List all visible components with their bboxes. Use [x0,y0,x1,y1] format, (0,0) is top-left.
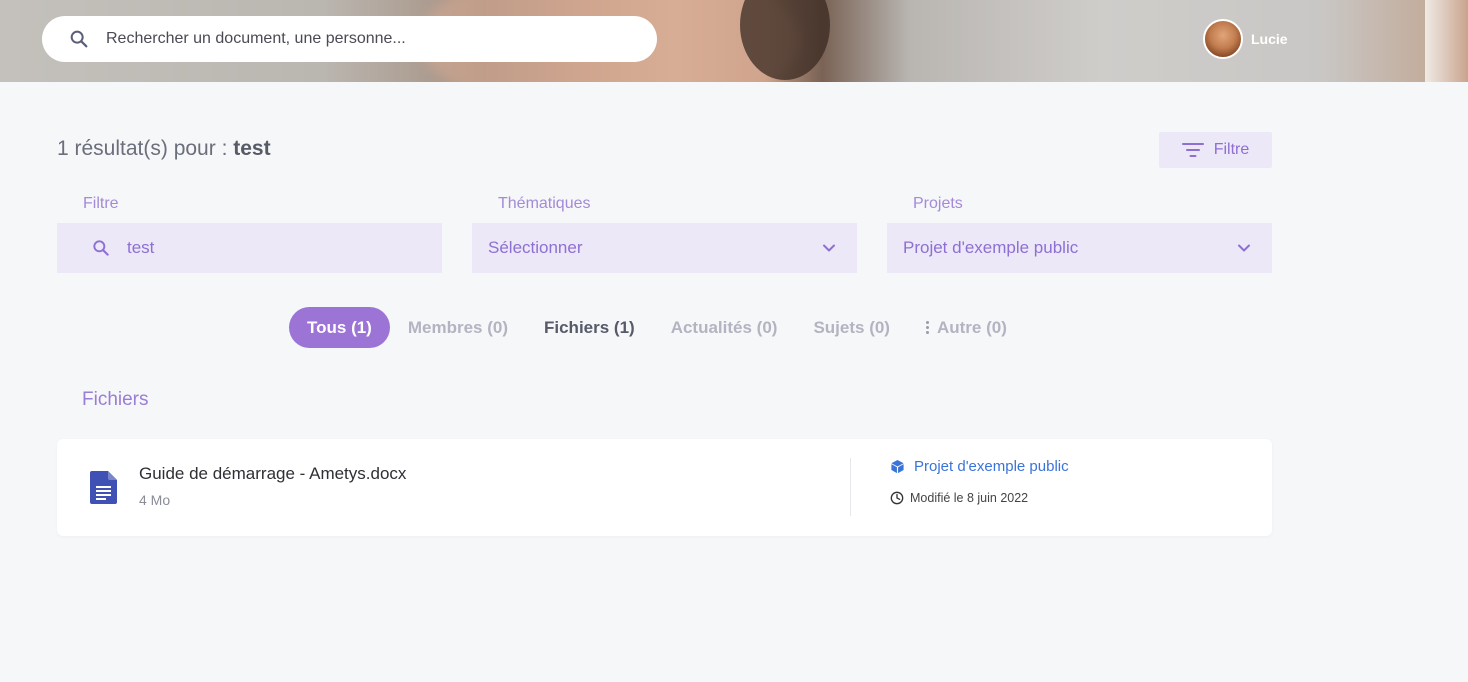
search-icon [68,28,90,50]
cube-icon [890,459,905,474]
document-icon [90,471,117,509]
tab-tous[interactable]: Tous (1) [289,307,390,348]
filter-icon [1181,141,1204,159]
banner-photo-edge [1425,0,1468,82]
thematiques-select[interactable]: Sélectionner [472,223,857,273]
global-search-bar[interactable] [42,16,657,62]
projets-label: Projets [913,195,963,212]
file-project-link[interactable]: Projet d'exemple public [890,458,1069,475]
section-title-fichiers: Fichiers [82,389,149,410]
results-title: 1 résultat(s) pour : test [57,137,271,161]
filtre-label: Filtre [83,195,119,212]
avatar[interactable] [1203,19,1243,59]
global-search-input[interactable] [106,30,606,48]
thematiques-selected-value: Sélectionner [488,238,583,257]
thematiques-label: Thématiques [498,195,591,212]
file-modified-date: Modifié le 8 juin 2022 [910,491,1029,505]
results-count-text: 1 résultat(s) pour : [57,137,234,160]
user-name[interactable]: Lucie [1251,31,1288,47]
chevron-down-icon [1236,240,1252,256]
more-vertical-icon [925,321,929,334]
file-size: 4 Mo [139,492,171,508]
card-divider [850,458,851,516]
tab-membres[interactable]: Membres (0) [408,307,508,348]
filter-button[interactable]: Filtre [1159,132,1272,168]
clock-icon [890,491,904,505]
file-name[interactable]: Guide de démarrage - Ametys.docx [139,464,406,484]
results-query: test [233,137,271,160]
filter-button-label: Filtre [1213,141,1250,158]
projets-selected-value: Projet d'exemple public [903,238,1079,257]
file-result-card[interactable]: Guide de démarrage - Ametys.docx 4 Mo Pr… [57,439,1272,536]
tab-autre[interactable]: Autre (0) [925,307,1007,348]
filtre-input-value[interactable]: test [127,238,154,258]
filtre-field[interactable]: test [57,223,442,273]
chevron-down-icon [821,240,837,256]
result-tabs: Tous (1) Membres (0) Fichiers (1) Actual… [289,307,1043,348]
file-modified: Modifié le 8 juin 2022 [890,491,1028,505]
projets-select[interactable]: Projet d'exemple public [887,223,1272,273]
file-project-name: Projet d'exemple public [914,458,1069,475]
tab-actualites[interactable]: Actualités (0) [671,307,778,348]
tab-sujets[interactable]: Sujets (0) [813,307,890,348]
search-icon [91,238,111,258]
user-menu[interactable]: Lucie [1203,19,1288,59]
tab-autre-label: Autre (0) [936,317,1007,337]
tab-fichiers[interactable]: Fichiers (1) [544,307,635,348]
